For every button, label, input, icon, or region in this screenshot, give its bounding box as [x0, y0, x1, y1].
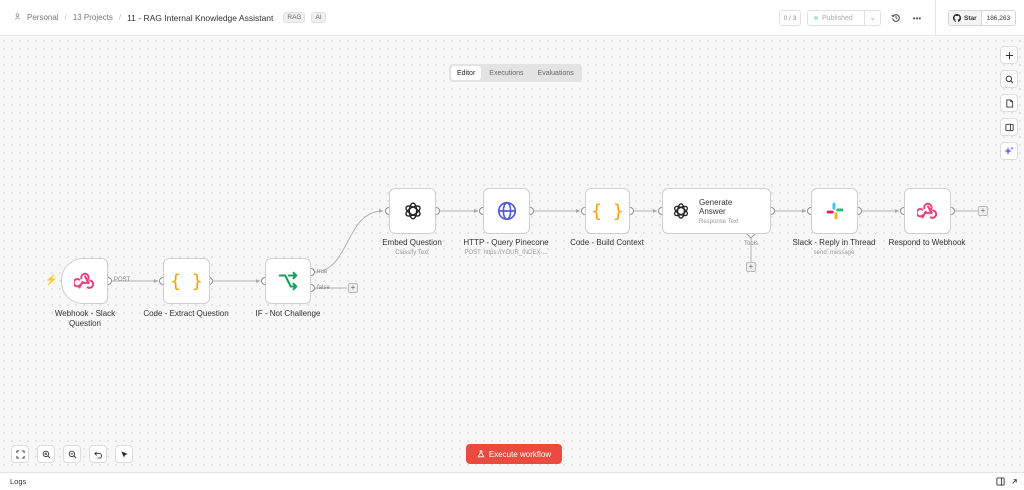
panel-icon	[1004, 123, 1014, 131]
top-header: Personal / 13 Projects / 11 - RAG Intern…	[0, 0, 1024, 36]
generate-answer-title: Generate Answer	[699, 197, 733, 216]
edge-label-post: POST	[114, 277, 131, 283]
if-false-label: false	[317, 285, 330, 291]
user-icon	[14, 13, 21, 22]
publish-status: Published	[822, 14, 853, 22]
search-icon	[1005, 75, 1013, 83]
logs-panel-toggle-icon[interactable]	[996, 477, 1005, 486]
sublabel-slack: send: message	[813, 250, 855, 256]
execute-workflow-button[interactable]: Execute workflow	[466, 444, 562, 464]
zoom-in-icon	[42, 450, 50, 458]
undo-icon	[93, 450, 102, 459]
node-http-query-pinecone[interactable]	[483, 188, 530, 234]
breadcrumb-separator: /	[118, 13, 122, 22]
node-respond-to-webhook[interactable]	[904, 188, 951, 234]
logs-panel-bar[interactable]: Logs	[0, 472, 1024, 490]
trigger-bolt-icon: ⚡	[45, 275, 58, 286]
undo-button[interactable]	[89, 445, 107, 463]
status-dot-icon	[814, 16, 818, 20]
zoom-in-button[interactable]	[37, 445, 55, 463]
node-slack-reply-in-thread[interactable]	[811, 188, 858, 234]
webhook-icon	[73, 272, 94, 289]
workflow-title[interactable]: 11 - RAG Internal Knowledge Assistant	[127, 13, 273, 23]
node-if-not-challenge[interactable]	[265, 258, 311, 304]
label-code-extract: Code - Extract Question	[143, 309, 229, 318]
code-braces-icon: { }	[591, 200, 624, 222]
add-node-button[interactable]	[1000, 46, 1018, 64]
code-braces-icon: { }	[170, 270, 203, 292]
logs-expand-icon[interactable]	[1010, 477, 1019, 486]
tab-evaluations[interactable]: Evaluations	[532, 66, 580, 80]
github-icon	[953, 14, 961, 22]
tab-editor[interactable]: Editor	[451, 66, 482, 80]
version-counter: 0 / 3	[779, 10, 801, 26]
fit-view-icon	[15, 449, 25, 459]
execute-workflow-label: Execute workflow	[488, 449, 552, 459]
add-node-false-branch[interactable]: +	[348, 283, 358, 293]
history-icon[interactable]	[890, 12, 902, 24]
label-slack: Slack - Reply in Thread	[792, 238, 876, 247]
zoom-out-button[interactable]	[63, 445, 81, 463]
openai-icon	[404, 202, 421, 220]
zoom-out-icon	[68, 450, 76, 458]
sublabel-embed: Classify Text	[395, 250, 429, 256]
tab-executions[interactable]: Executions	[483, 66, 529, 80]
logs-label: Logs	[10, 477, 27, 486]
node-embed-question[interactable]	[389, 188, 436, 234]
if-branch-icon	[278, 271, 298, 291]
plus-icon	[1005, 51, 1013, 59]
github-star-button[interactable]: Star 186,263	[948, 10, 1016, 26]
node-code-build-context[interactable]: { }	[585, 188, 630, 234]
toggle-panel-button[interactable]	[1000, 118, 1018, 136]
header-divider	[935, 0, 936, 36]
node-generate-answer[interactable]: Generate Answer Response Text	[662, 188, 771, 234]
label-if: IF - Not Challenge	[255, 309, 321, 318]
tag-rag[interactable]: RAG	[283, 12, 306, 23]
label-embed: Embed Question	[382, 238, 442, 247]
ai-assistant-button[interactable]	[1000, 142, 1018, 160]
sparkle-icon	[1004, 146, 1014, 155]
breadcrumb-projects[interactable]: 13 Projects	[73, 13, 113, 22]
slack-icon	[826, 202, 843, 220]
publish-dropdown[interactable]: Published ⌄	[807, 10, 881, 26]
chevron-down-icon[interactable]: ⌄	[864, 11, 880, 25]
sublabel-http: POST: https://YOUR_INDEX-...	[464, 250, 548, 256]
mode-switcher: Editor Executions Evaluations	[449, 64, 582, 82]
breadcrumb: Personal / 13 Projects / 11 - RAG Intern…	[0, 0, 326, 35]
breadcrumb-separator: /	[64, 13, 67, 22]
tag-ai[interactable]: AI	[311, 12, 326, 23]
globe-icon	[497, 201, 516, 221]
cursor-icon	[120, 450, 128, 458]
github-star-count: 186,263	[986, 14, 1011, 22]
label-code-build: Code - Build Context	[570, 238, 644, 247]
fit-view-button[interactable]	[11, 445, 29, 463]
node-webhook-slack-question[interactable]	[61, 258, 108, 304]
webhook-icon	[916, 202, 937, 219]
sticky-note-button[interactable]	[1000, 94, 1018, 112]
search-nodes-button[interactable]	[1000, 70, 1018, 88]
cursor-mode-button[interactable]	[115, 445, 133, 463]
if-true-label: true	[317, 269, 328, 275]
label-http: HTTP - Query Pinecone	[463, 238, 549, 247]
github-star-label: Star	[964, 14, 977, 22]
tools-label: Tools	[744, 241, 759, 247]
node-code-extract-question[interactable]: { }	[163, 258, 210, 304]
note-icon	[1005, 98, 1013, 108]
add-tool-button[interactable]: +	[746, 262, 756, 272]
flask-icon	[477, 450, 485, 458]
add-node-end[interactable]: +	[978, 206, 988, 216]
label-respond: Respond to Webhook	[888, 238, 966, 247]
generate-answer-sub: Response Text	[699, 218, 739, 225]
label-webhook: Webhook - Slack Question	[54, 309, 116, 328]
openai-icon	[674, 203, 688, 219]
more-options-icon[interactable]: •••	[911, 12, 923, 24]
breadcrumb-personal[interactable]: Personal	[27, 13, 59, 22]
